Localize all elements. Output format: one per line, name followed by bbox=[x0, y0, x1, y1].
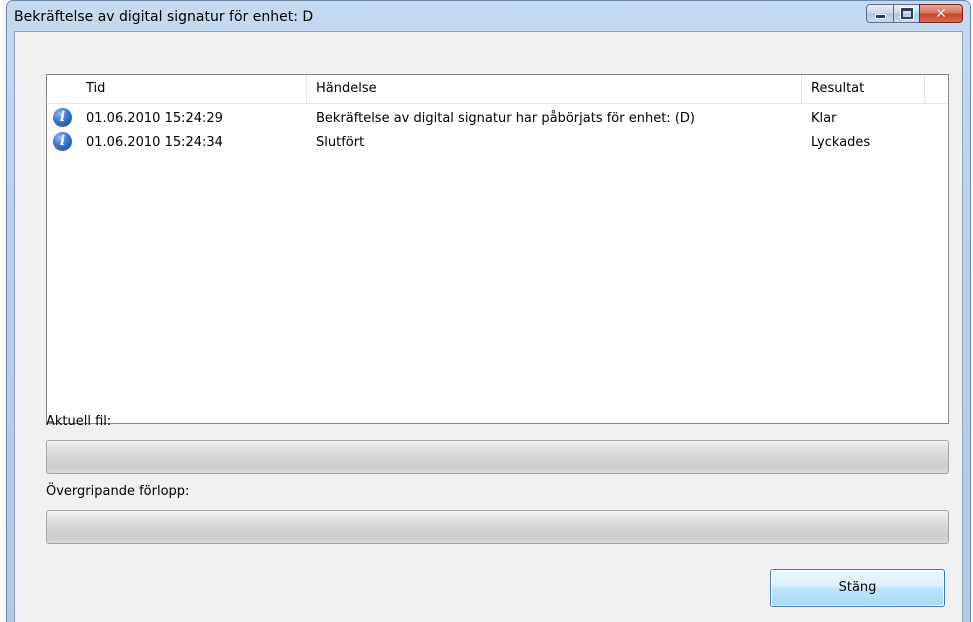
minimize-button[interactable] bbox=[866, 4, 894, 23]
overall-progress-bar bbox=[46, 510, 949, 544]
cell-handelse: Slutfört bbox=[316, 134, 365, 150]
close-window-button[interactable]: ✕ bbox=[919, 4, 963, 23]
list-header: Tid Händelse Resultat bbox=[47, 75, 948, 104]
cell-resultat: Klar bbox=[811, 110, 837, 126]
current-file-progress-bar bbox=[46, 440, 949, 474]
dialog-client-area: Tid Händelse Resultat i 01.06.2010 15:24… bbox=[14, 31, 963, 622]
list-item[interactable]: i 01.06.2010 15:24:29 Bekräftelse av dig… bbox=[47, 106, 948, 130]
column-header-label: Händelse bbox=[316, 81, 377, 96]
cell-resultat: Lyckades bbox=[811, 134, 871, 150]
current-file-label: Aktuell fil: bbox=[46, 414, 112, 429]
window-title: Bekräftelse av digital signatur för enhe… bbox=[14, 9, 314, 25]
dialog-window: Bekräftelse av digital signatur för enhe… bbox=[6, 0, 971, 622]
minimize-icon bbox=[874, 14, 886, 19]
column-header-label: Tid bbox=[86, 81, 106, 96]
cell-handelse: Bekräftelse av digital signatur har påbö… bbox=[316, 110, 695, 126]
column-header-handelse[interactable]: Händelse bbox=[307, 75, 802, 103]
list-rows: i 01.06.2010 15:24:29 Bekräftelse av dig… bbox=[47, 106, 948, 154]
column-header-resultat[interactable]: Resultat bbox=[802, 75, 925, 103]
caption-buttons: ✕ bbox=[866, 4, 963, 23]
cell-tid: 01.06.2010 15:24:34 bbox=[86, 134, 223, 150]
column-header-tid[interactable]: Tid bbox=[47, 75, 307, 103]
close-icon: ✕ bbox=[935, 5, 947, 22]
close-button[interactable]: Stäng bbox=[770, 569, 945, 607]
info-icon: i bbox=[53, 132, 72, 151]
column-header-label: Resultat bbox=[811, 81, 865, 96]
info-icon: i bbox=[53, 108, 72, 127]
overall-progress-label: Övergripande förlopp: bbox=[46, 484, 190, 499]
event-log-list[interactable]: Tid Händelse Resultat i 01.06.2010 15:24… bbox=[46, 74, 949, 424]
maximize-icon bbox=[900, 8, 913, 19]
cell-tid: 01.06.2010 15:24:29 bbox=[86, 110, 223, 126]
list-item[interactable]: i 01.06.2010 15:24:34 Slutfört Lyckades bbox=[47, 130, 948, 154]
title-bar[interactable]: Bekräftelse av digital signatur för enhe… bbox=[7, 1, 970, 31]
maximize-button[interactable] bbox=[893, 4, 920, 23]
